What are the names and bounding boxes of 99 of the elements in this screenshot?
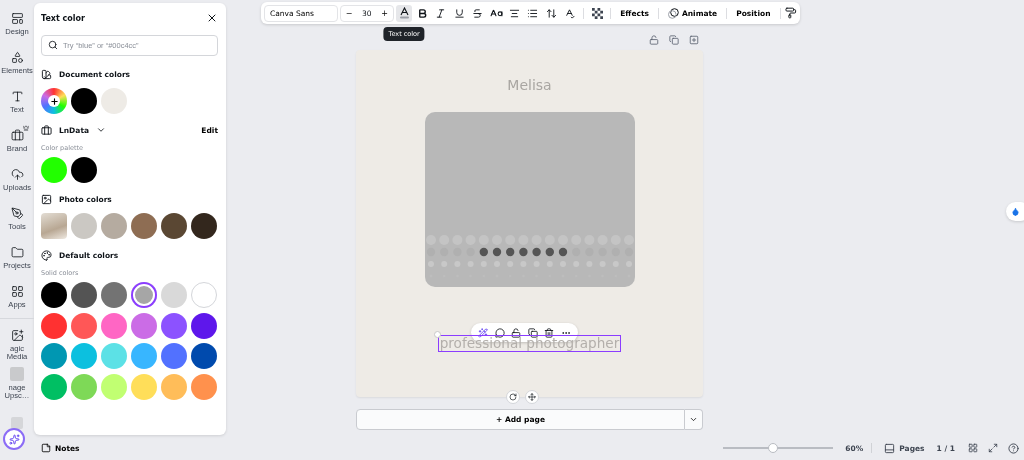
copy-icon[interactable]	[669, 35, 679, 45]
sidebar-icon	[10, 89, 24, 103]
text-color-icon	[398, 7, 410, 19]
color-swatch[interactable]	[71, 343, 97, 369]
decrease-button[interactable]: −	[343, 8, 355, 18]
list-icon	[527, 7, 539, 19]
sidebar-icon	[10, 245, 24, 259]
color-swatch[interactable]	[71, 157, 97, 183]
color-swatch[interactable]	[131, 343, 157, 369]
copy-icon	[527, 327, 538, 338]
sidebar-icon	[10, 206, 24, 220]
move-button[interactable]	[525, 390, 539, 404]
image-icon	[41, 193, 52, 205]
trash-icon	[544, 327, 555, 338]
color-swatch[interactable]	[131, 282, 157, 308]
copy-button[interactable]	[527, 327, 538, 338]
checkerboard-icon	[591, 7, 603, 19]
paint-roller-icon[interactable]	[785, 7, 798, 19]
color-swatch[interactable]	[101, 88, 127, 114]
close-icon[interactable]	[206, 12, 218, 24]
magic-wand-icon	[478, 327, 489, 338]
increase-button[interactable]: +	[379, 8, 390, 18]
color-swatch[interactable]	[41, 282, 67, 308]
sidebar-icon	[10, 50, 24, 64]
grid-icon	[968, 443, 978, 453]
color-swatch[interactable]	[161, 343, 187, 369]
color-swatch[interactable]	[161, 312, 187, 339]
color-swatch[interactable]	[191, 343, 217, 369]
color-swatch[interactable]	[41, 373, 67, 400]
underline-icon	[453, 7, 465, 19]
lock-icon[interactable]	[649, 35, 659, 45]
color-swatch[interactable]	[71, 213, 97, 239]
add-page-icon[interactable]	[689, 35, 699, 45]
color-swatch[interactable]	[71, 312, 97, 339]
sparkle-button[interactable]	[3, 428, 25, 450]
italic-icon	[435, 7, 447, 19]
bold-icon	[417, 7, 429, 19]
crown-icon	[22, 124, 29, 131]
color-swatch[interactable]	[161, 282, 187, 308]
add-color-button[interactable]	[41, 88, 67, 114]
pages-icon	[884, 442, 896, 454]
color-swatch[interactable]	[101, 343, 127, 369]
color-swatch[interactable]	[41, 157, 67, 183]
lock-icon	[511, 327, 522, 338]
panel-title: Text color	[41, 13, 85, 23]
color-swatch[interactable]	[161, 373, 187, 400]
resize-handle[interactable]	[433, 331, 441, 338]
text-format-icon	[564, 7, 576, 19]
color-swatch[interactable]	[41, 312, 67, 339]
lock-button[interactable]	[511, 327, 522, 338]
color-swatch[interactable]	[191, 213, 217, 239]
color-swatch[interactable]	[101, 213, 127, 239]
sidebar-icon	[10, 167, 24, 181]
color-swatch[interactable]	[191, 312, 217, 339]
align-center-icon	[509, 7, 520, 19]
chevron-down-icon	[689, 415, 698, 424]
color-swatch[interactable]	[101, 373, 127, 400]
color-swatch[interactable]	[101, 282, 127, 308]
palette-icon	[41, 249, 52, 261]
magic-wand-button[interactable]	[478, 327, 489, 338]
move-icon	[528, 393, 536, 401]
expand-icon	[988, 443, 998, 453]
spacing-icon	[545, 7, 557, 19]
color-swatch[interactable]	[161, 213, 187, 239]
comment-button[interactable]	[494, 327, 505, 338]
sparkle-icon	[8, 433, 20, 445]
swatch-book-icon	[41, 68, 52, 80]
color-swatch[interactable]	[71, 373, 97, 400]
slider-thumb[interactable]	[767, 443, 778, 453]
chevron-down-icon[interactable]	[96, 125, 107, 135]
delete-button[interactable]	[544, 327, 555, 338]
help-icon	[1008, 442, 1019, 454]
color-swatch[interactable]	[71, 282, 97, 308]
sidebar-icon	[10, 11, 24, 25]
color-swatch[interactable]	[131, 312, 157, 339]
image-thumbnail	[10, 367, 24, 381]
brand-kit-icon	[41, 124, 52, 136]
briefcase-icon	[10, 128, 24, 142]
notes-icon	[41, 443, 51, 453]
droplet-icon	[1011, 207, 1020, 216]
image-icon	[10, 328, 24, 342]
app-icon[interactable]	[11, 417, 23, 429]
color-swatch[interactable]	[191, 282, 217, 308]
color-swatch[interactable]	[131, 213, 157, 239]
color-swatch[interactable]	[191, 373, 217, 400]
color-swatch[interactable]	[131, 373, 157, 400]
rotate-button[interactable]	[506, 390, 520, 404]
comment-icon	[494, 327, 505, 338]
sidebar-icon	[10, 284, 24, 298]
droplet-button[interactable]	[1006, 202, 1024, 221]
circles-icon	[667, 7, 679, 19]
photo-thumbnail[interactable]	[41, 213, 67, 239]
color-swatch[interactable]	[71, 88, 97, 114]
rotate-icon	[509, 393, 517, 401]
strikethrough-icon	[472, 7, 484, 19]
color-swatch[interactable]	[41, 343, 67, 369]
plus-icon	[49, 96, 59, 106]
search-icon	[48, 40, 58, 50]
color-swatch[interactable]	[101, 312, 127, 339]
